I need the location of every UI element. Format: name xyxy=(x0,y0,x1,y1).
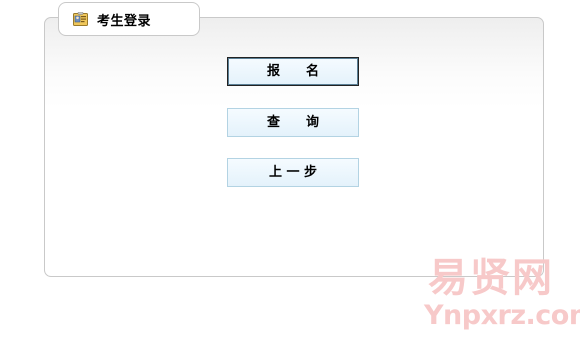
query-button[interactable]: 查 询 xyxy=(227,108,359,137)
login-panel xyxy=(44,17,544,277)
watermark-latin: Ynpxrz.com xyxy=(424,300,580,331)
back-button[interactable]: 上 一 步 xyxy=(227,158,359,187)
login-panel-tab: 考生登录 xyxy=(58,2,200,36)
id-card-icon xyxy=(73,11,88,26)
page-title: 考生登录 xyxy=(97,14,152,29)
register-button[interactable]: 报 名 xyxy=(227,57,359,86)
site-watermark: 易贤网 Ynpxrz.com xyxy=(422,255,580,336)
watermark-chinese: 易贤网 xyxy=(428,255,554,301)
